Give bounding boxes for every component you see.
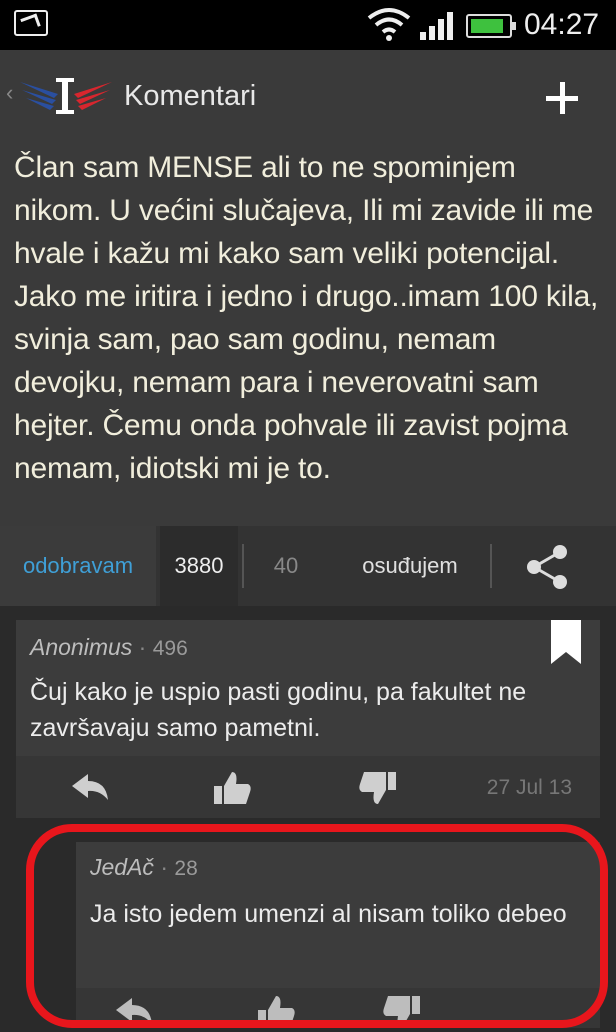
thumbs-down-icon[interactable] bbox=[380, 992, 424, 1032]
comment: Anonimus · 496 Čuj kako je uspio pasti g… bbox=[16, 620, 600, 818]
comment-text: Ja isto jedem umenzi al nisam toliko deb… bbox=[90, 900, 567, 928]
reply-icon[interactable] bbox=[112, 992, 156, 1032]
thumbs-down-icon[interactable] bbox=[356, 768, 400, 808]
reply-icon[interactable] bbox=[68, 768, 112, 808]
divider bbox=[490, 544, 492, 588]
status-bar: 04:27 bbox=[0, 0, 616, 50]
share-icon[interactable] bbox=[520, 544, 576, 590]
wifi-icon bbox=[367, 8, 411, 41]
comment-actions: 27 Jul 13 bbox=[16, 756, 600, 818]
condemn-count: 40 bbox=[273, 553, 299, 578]
app-logo[interactable] bbox=[18, 74, 114, 118]
separator: · bbox=[160, 854, 168, 880]
app-bar: ‹ Komentari bbox=[0, 50, 616, 144]
comment-author[interactable]: Anonimus bbox=[30, 634, 132, 660]
post-actions: odobravam 3880 40 osuđujem bbox=[0, 526, 616, 606]
comment-text: Čuj kako je uspio pasti godinu, pa fakul… bbox=[30, 678, 527, 742]
notification-icon bbox=[14, 10, 48, 36]
comment-score: 496 bbox=[152, 637, 188, 660]
signal-icon bbox=[420, 12, 453, 40]
comment-header: JedAč · 28 bbox=[90, 854, 198, 881]
back-chevron-icon[interactable]: ‹ bbox=[6, 80, 13, 106]
separator: · bbox=[138, 634, 147, 660]
comment-score: 28 bbox=[174, 857, 198, 880]
thumbs-up-icon[interactable] bbox=[254, 992, 298, 1032]
add-comment-button[interactable] bbox=[540, 70, 584, 122]
condemn-button[interactable]: osuđujem bbox=[330, 526, 490, 606]
comment-actions bbox=[76, 988, 600, 1028]
approve-count: 3880 bbox=[160, 526, 238, 606]
comment-author[interactable]: JedAč bbox=[90, 854, 154, 880]
bookmark-icon[interactable] bbox=[551, 620, 581, 664]
clock: 04:27 bbox=[524, 8, 600, 41]
comment-reply: JedAč · 28 Ja isto jedem umenzi al nisam… bbox=[76, 842, 600, 1028]
post-text: Član sam MENSE ali to ne spominjem nikom… bbox=[14, 151, 599, 485]
thumbs-up-icon[interactable] bbox=[210, 768, 254, 808]
page-title: Komentari bbox=[124, 80, 257, 112]
battery-icon bbox=[466, 14, 516, 38]
approve-button[interactable]: odobravam bbox=[0, 526, 156, 606]
comment-date: 27 Jul 13 bbox=[486, 776, 572, 799]
post: Član sam MENSE ali to ne spominjem nikom… bbox=[0, 142, 616, 526]
comment-header: Anonimus · 496 bbox=[30, 634, 188, 661]
